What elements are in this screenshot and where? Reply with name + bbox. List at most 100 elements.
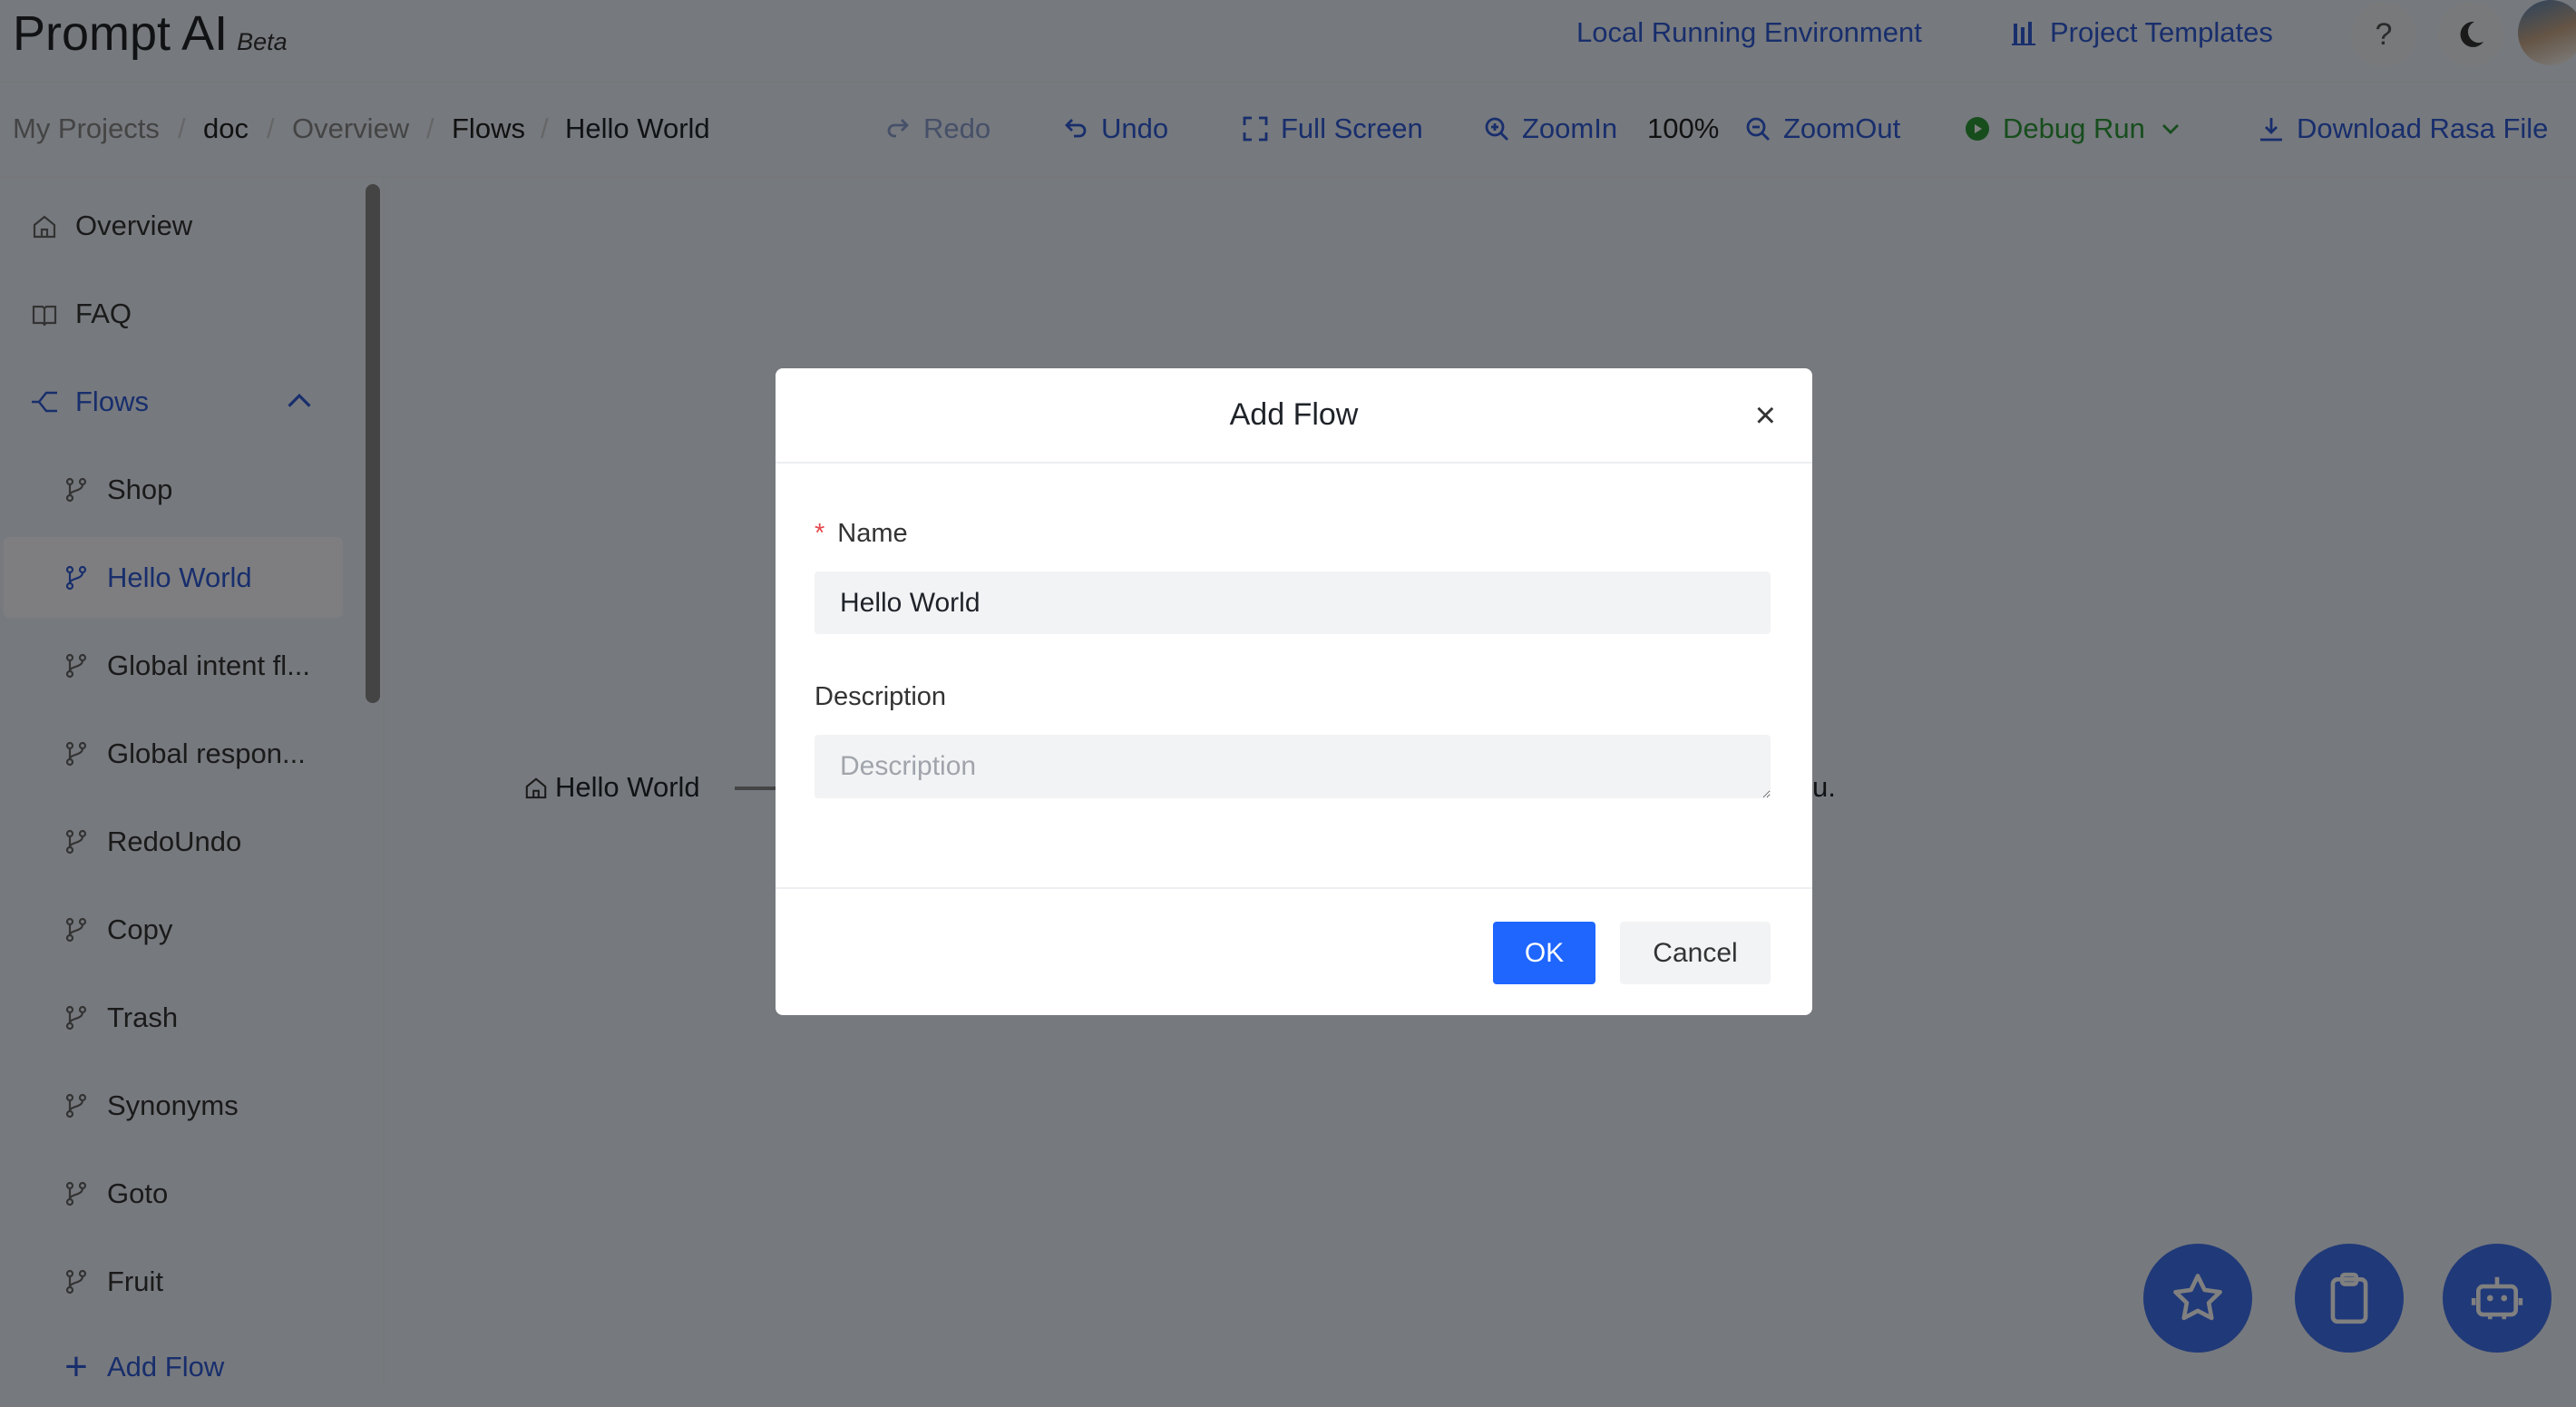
favorites-button[interactable] (2143, 1244, 2252, 1353)
zoom-level: 100% (1647, 112, 1720, 144)
branch-icon (62, 651, 91, 680)
branch-icon (62, 475, 91, 504)
robot-button[interactable] (2443, 1244, 2552, 1353)
sidebar-item-faq[interactable]: FAQ (4, 273, 343, 354)
logo[interactable]: Prompt AI Beta (13, 5, 288, 62)
sidebar-item-flow[interactable]: Global intent fl... (4, 625, 343, 706)
required-marker: * (815, 519, 825, 548)
node-label: Hello World (555, 771, 700, 803)
sidebar-item-label: Hello World (107, 561, 252, 593)
fullscreen-label: Full Screen (1281, 112, 1423, 144)
breadcrumb-separator: / (178, 112, 186, 144)
name-input[interactable] (815, 572, 1771, 634)
breadcrumb-flows[interactable]: Flows (452, 112, 525, 145)
zoom-in-icon (1485, 117, 1508, 141)
home-icon (30, 211, 59, 240)
sidebar-item-label: Goto (107, 1177, 169, 1209)
debug-run-dropdown[interactable]: Debug Run (1965, 112, 2183, 145)
branch-icon (62, 563, 91, 592)
sidebar-item-flow[interactable]: Synonyms (4, 1065, 343, 1146)
avatar[interactable] (2518, 0, 2576, 65)
download-label: Download Rasa File (2297, 112, 2549, 144)
templates-icon (2012, 22, 2035, 45)
sidebar-item-flow[interactable]: Shop (4, 449, 343, 530)
download-icon (2260, 118, 2282, 142)
sidebar-item-label: Copy (107, 913, 173, 945)
zoomout-label: ZoomOut (1783, 112, 1901, 144)
moon-icon (2460, 21, 2483, 47)
clipboard-button[interactable] (2295, 1244, 2404, 1353)
description-textarea[interactable] (815, 735, 1771, 798)
cancel-button[interactable]: Cancel (1620, 922, 1771, 984)
sidebar-item-flow[interactable]: Hello World (4, 537, 343, 618)
branch-icon (62, 1003, 91, 1032)
sidebar-item-flow[interactable]: Fruit (4, 1241, 343, 1322)
undo-label: Undo (1101, 112, 1169, 144)
help-button[interactable]: ? (2351, 2, 2416, 67)
sidebar-item-overview[interactable]: Overview (4, 185, 343, 266)
project-templates-link[interactable]: Project Templates (2012, 16, 2273, 49)
branch-icon (62, 739, 91, 768)
branch-icon (62, 915, 91, 944)
logo-text: Prompt AI (13, 6, 229, 61)
sidebar-item-flows[interactable]: Flows (4, 361, 343, 442)
fullscreen-button[interactable]: Full Screen (1243, 112, 1423, 145)
local-env-link[interactable]: Local Running Environment (1576, 16, 1922, 49)
sidebar-item-label: Trash (107, 1001, 179, 1033)
add-flow-button[interactable]: + Add Flow (4, 1326, 343, 1407)
add-flow-label: Add Flow (107, 1350, 225, 1383)
download-rasa-button[interactable]: Download Rasa File (2259, 112, 2548, 145)
sidebar-item-flow[interactable]: Copy (4, 889, 343, 970)
play-icon (1966, 117, 1989, 141)
dark-mode-button[interactable] (2438, 2, 2503, 67)
fullscreen-icon (1243, 116, 1268, 142)
branch-icon (62, 1267, 91, 1296)
breadcrumb-separator: / (426, 112, 434, 144)
close-icon[interactable]: × (1755, 396, 1776, 435)
breadcrumb-overview[interactable]: Overview (292, 112, 409, 145)
zoomin-button[interactable]: ZoomIn (1484, 112, 1617, 145)
zoomout-button[interactable]: ZoomOut (1745, 112, 1900, 145)
home-icon (525, 777, 547, 799)
add-flow-dialog: Add Flow × * Name Description OK Cancel (776, 368, 1812, 1015)
sidebar-item-label: Fruit (107, 1265, 163, 1297)
branch-icon (62, 1091, 91, 1120)
sidebar-item-label: RedoUndo (107, 825, 242, 857)
name-label-text: Name (837, 519, 908, 548)
breadcrumb-current: Hello World (565, 112, 710, 144)
flows-icon (30, 387, 59, 416)
book-icon (30, 299, 59, 328)
robot-icon (2471, 1276, 2523, 1320)
branch-icon (62, 827, 91, 856)
sidebar-item-label: Overview (75, 209, 193, 241)
description-label: Description (815, 682, 947, 711)
sidebar-item-label: Shop (107, 473, 173, 505)
redo-button[interactable]: Redo (885, 112, 990, 145)
plus-icon: + (64, 1343, 88, 1389)
sidebar-item-flow[interactable]: Global respon... (4, 713, 343, 794)
star-icon (2173, 1274, 2222, 1321)
sidebar-item-label: Global respon... (107, 737, 306, 769)
debug-label: Debug Run (2003, 112, 2145, 144)
ok-button[interactable]: OK (1493, 922, 1595, 984)
help-icon: ? (2375, 16, 2393, 52)
flow-edge (735, 787, 776, 790)
breadcrumb-my-projects[interactable]: My Projects (13, 112, 160, 145)
sidebar-item-flow[interactable]: Goto (4, 1153, 343, 1234)
chevron-up-icon[interactable] (285, 387, 314, 416)
breadcrumb-doc[interactable]: doc (203, 112, 249, 145)
sidebar-item-label: FAQ (75, 297, 132, 329)
sidebar-item-flow[interactable]: Trash (4, 977, 343, 1058)
top-header: Prompt AI Beta Local Running Environment … (0, 0, 2576, 83)
undo-button[interactable]: Undo (1063, 112, 1168, 145)
sidebar-item-label: Global intent fl... (107, 649, 311, 681)
sidebar-item-flow[interactable]: RedoUndo (4, 801, 343, 882)
undo-icon (1065, 119, 1087, 138)
sidebar-scrollbar[interactable] (366, 184, 380, 703)
zoomin-label: ZoomIn (1522, 112, 1618, 144)
redo-label: Redo (923, 112, 991, 144)
flow-node-start[interactable]: Hello World (524, 771, 700, 804)
clipboard-icon (2330, 1272, 2368, 1324)
dialog-title: Add Flow (1229, 397, 1359, 432)
name-label: * Name (815, 519, 908, 549)
